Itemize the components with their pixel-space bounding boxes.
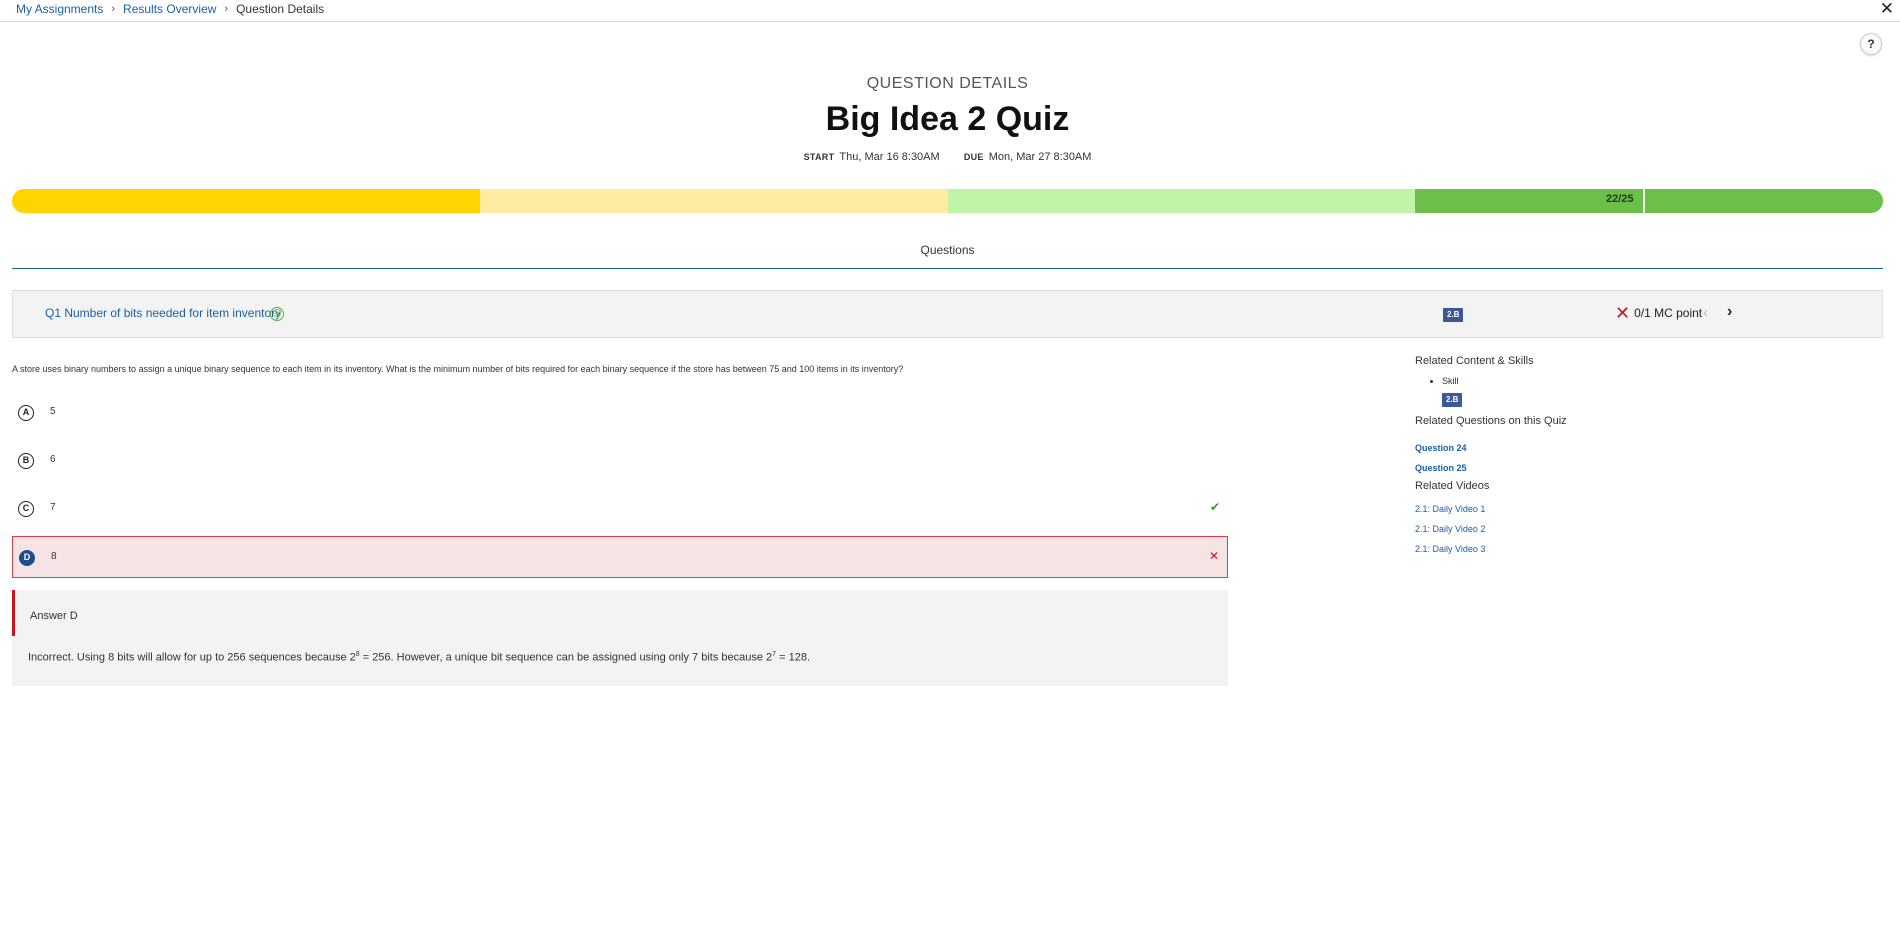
related-question-24-link[interactable]: Question 24 bbox=[1415, 443, 1715, 453]
score-label: 22/25 bbox=[1606, 193, 1634, 205]
due-date: Mon, Mar 27 8:30AM bbox=[988, 151, 1092, 163]
question-stem: A store uses binary numbers to assign a … bbox=[12, 364, 904, 374]
choice-text-b: 6 bbox=[50, 454, 56, 465]
page-eyebrow: QUESTION DETAILS bbox=[866, 75, 1029, 92]
related-videos-heading: Related Videos bbox=[1415, 480, 1490, 492]
choice-letter-d: D bbox=[19, 550, 35, 566]
question-points: ✕ 0/1 MC point bbox=[1615, 304, 1702, 322]
page-title: Big Idea 2 Quiz bbox=[825, 100, 1070, 138]
choice-text-a: 5 bbox=[50, 406, 56, 417]
points-text: 0/1 MC point bbox=[1634, 306, 1703, 320]
answer-explanation: Answer D Incorrect. Using 8 bits will al… bbox=[12, 590, 1228, 686]
explanation-text: Incorrect. Using 8 bits will allow for u… bbox=[28, 651, 811, 664]
progress-segment-1 bbox=[12, 189, 480, 213]
related-content-heading: Related Content & Skills bbox=[1415, 355, 1534, 367]
breadcrumb: My Assignments › Results Overview › Ques… bbox=[16, 2, 324, 16]
skill-item: Skill bbox=[1442, 376, 1715, 386]
breadcrumb-my-assignments[interactable]: My Assignments bbox=[16, 2, 103, 16]
breadcrumb-results-overview[interactable]: Results Overview bbox=[123, 2, 216, 16]
start-label: START bbox=[803, 152, 835, 162]
assignment-dates: START Thu, Mar 16 8:30AM DUE Mon, Mar 27 8… bbox=[0, 151, 1895, 163]
choice-d[interactable]: D 8 ✕ bbox=[12, 536, 1228, 578]
breadcrumb-separator-icon: › bbox=[111, 3, 116, 15]
close-icon[interactable]: ✕ bbox=[1880, 0, 1894, 19]
due-label: DUE bbox=[963, 152, 984, 162]
score-progress-bar bbox=[12, 189, 1883, 213]
related-questions-heading: Related Questions on this Quiz bbox=[1415, 415, 1567, 427]
related-question-25-link[interactable]: Question 25 bbox=[1415, 463, 1715, 473]
next-question-chevron-icon[interactable]: › bbox=[1727, 303, 1732, 321]
start-date: Thu, Mar 16 8:30AM bbox=[839, 151, 940, 163]
incorrect-x-icon: ✕ bbox=[1208, 549, 1219, 563]
choice-letter-b: B bbox=[18, 453, 34, 469]
question-title-link[interactable]: Q1 Number of bits needed for item invent… bbox=[45, 306, 281, 320]
score-marker bbox=[1643, 189, 1645, 213]
related-sidebar: Related Content & Skills Skill 2.B Relat… bbox=[1415, 355, 1715, 554]
video-link-1[interactable]: 2.1: Daily Video 1 bbox=[1415, 504, 1715, 514]
choice-b[interactable]: B 6 bbox=[12, 440, 1228, 482]
breadcrumb-separator-icon: › bbox=[224, 3, 229, 15]
mc-question-icon: ⦿ bbox=[270, 307, 284, 321]
video-link-3[interactable]: 2.1: Daily Video 3 bbox=[1415, 544, 1715, 554]
choice-text-d: 8 bbox=[51, 551, 57, 562]
top-bar: My Assignments › Results Overview › Ques… bbox=[0, 0, 1900, 22]
correct-check-icon: ✔ bbox=[1209, 500, 1220, 514]
tab-underline bbox=[12, 268, 1883, 269]
answer-label: Answer D bbox=[30, 610, 78, 622]
choice-c[interactable]: C 7 ✔ bbox=[12, 488, 1228, 530]
help-button[interactable]: ? bbox=[1860, 33, 1882, 55]
choice-text-c: 7 bbox=[50, 502, 56, 513]
progress-segment-3 bbox=[947, 189, 1416, 213]
choice-letter-a: A bbox=[18, 405, 34, 421]
progress-segment-2 bbox=[479, 189, 948, 213]
tab-questions[interactable]: Questions bbox=[0, 243, 1895, 257]
video-link-2[interactable]: 2.1: Daily Video 2 bbox=[1415, 524, 1715, 534]
skill-badge: 2.B bbox=[1443, 308, 1464, 322]
explanation-accent-bar bbox=[12, 590, 15, 636]
previous-question-chevron-icon[interactable]: ‹ bbox=[1703, 304, 1708, 321]
question-header-row: Q1 Number of bits needed for item invent… bbox=[12, 290, 1883, 338]
progress-segment-4 bbox=[1415, 189, 1883, 213]
choice-letter-c: C bbox=[18, 501, 34, 517]
skills-list: Skill bbox=[1442, 376, 1715, 386]
incorrect-icon: ✕ bbox=[1615, 303, 1631, 323]
breadcrumb-current: Question Details bbox=[236, 2, 325, 16]
choice-a[interactable]: A 5 bbox=[12, 392, 1228, 434]
sidebar-skill-badge: 2.B bbox=[1442, 393, 1463, 407]
